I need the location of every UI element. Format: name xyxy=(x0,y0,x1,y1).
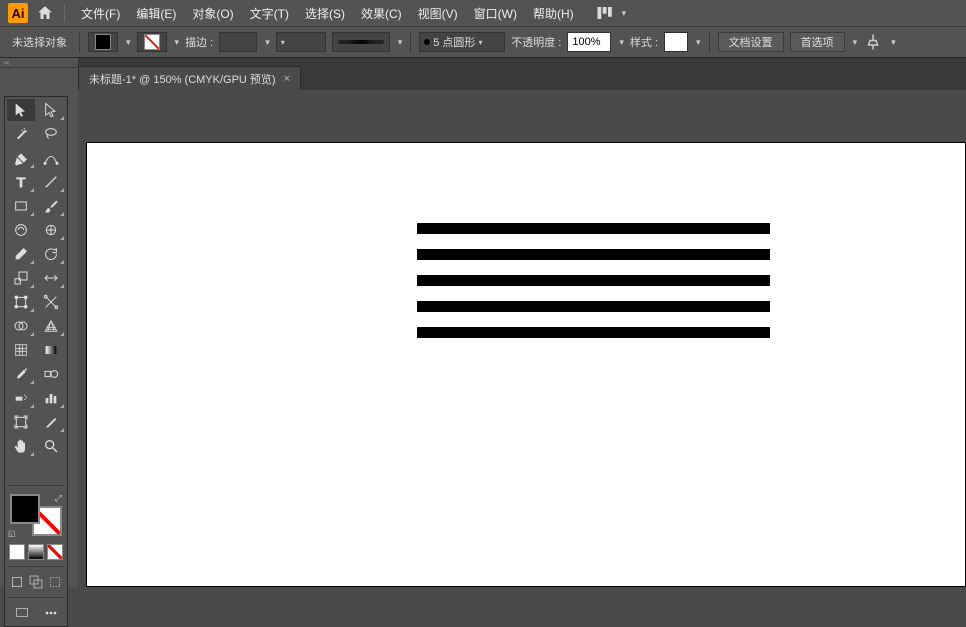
width-tool[interactable] xyxy=(37,267,65,289)
variable-width-dropdown[interactable]: ▾ xyxy=(276,32,326,52)
puppet-warp-tool[interactable] xyxy=(37,291,65,313)
rectangle-shape[interactable] xyxy=(417,249,770,260)
eraser-tool[interactable] xyxy=(7,243,35,265)
scale-tool[interactable] xyxy=(7,267,35,289)
preferences-button[interactable]: 首选项 xyxy=(790,32,845,52)
screen-mode-icon[interactable] xyxy=(13,604,31,622)
chevron-down-icon[interactable]: ▾ xyxy=(265,37,270,48)
fill-color-indicator[interactable] xyxy=(10,494,40,524)
chevron-down-icon[interactable]: ▾ xyxy=(696,37,701,48)
menu-view[interactable]: 视图(V) xyxy=(412,2,464,25)
empty-slot xyxy=(7,459,35,481)
screen-mode-row xyxy=(7,571,65,593)
color-mode-gradient[interactable] xyxy=(28,544,44,560)
menu-window[interactable]: 窗口(W) xyxy=(468,2,523,25)
color-mode-none[interactable] xyxy=(47,544,63,560)
pen-tool[interactable] xyxy=(7,147,35,169)
pin-icon[interactable] xyxy=(863,32,883,52)
swap-fill-stroke-icon[interactable]: ⤢ xyxy=(55,493,62,504)
menu-edit[interactable]: 编辑(E) xyxy=(130,2,182,25)
selection-status: 未选择对象 xyxy=(8,34,71,50)
document-setup-button[interactable]: 文档设置 xyxy=(718,32,784,52)
rectangle-shape[interactable] xyxy=(417,301,770,312)
selection-tool[interactable] xyxy=(7,99,35,121)
chevron-down-icon[interactable]: ▾ xyxy=(126,37,131,48)
rectangle-shape[interactable] xyxy=(417,275,770,286)
brush-preview[interactable] xyxy=(332,32,390,52)
color-mode-solid[interactable] xyxy=(9,544,25,560)
fill-stroke-indicator[interactable]: ⤢ ◱ xyxy=(8,492,64,538)
hand-tool[interactable] xyxy=(7,435,35,457)
rectangle-tool[interactable] xyxy=(7,195,35,217)
column-graph-tool[interactable] xyxy=(37,387,65,409)
chevron-down-icon[interactable]: ▾ xyxy=(175,37,180,48)
toolbox: ⤢ ◱ xyxy=(4,96,68,627)
close-icon[interactable]: × xyxy=(284,73,290,85)
curvature-tool[interactable] xyxy=(37,147,65,169)
stroke-weight-input[interactable] xyxy=(219,32,257,52)
workspace-switcher-icon[interactable] xyxy=(594,5,616,21)
direct-selection-tool[interactable] xyxy=(37,99,65,121)
stroke-swatch[interactable] xyxy=(137,32,167,52)
control-bar: 未选择对象 ▾ ▾ 描边 : ▾ ▾ ▾ 5 点圆形 ▾ 不透明度 : 100%… xyxy=(0,26,966,58)
draw-mode-icon[interactable] xyxy=(8,573,26,591)
chevron-down-icon[interactable]: ▾ xyxy=(398,37,403,48)
home-icon[interactable] xyxy=(36,4,54,22)
zoom-tool[interactable] xyxy=(37,435,65,457)
style-label: 样式 : xyxy=(630,34,658,50)
opacity-label: 不透明度 : xyxy=(511,34,561,50)
graphic-style-dropdown[interactable] xyxy=(664,32,688,52)
free-transform-tool[interactable] xyxy=(7,291,35,313)
menu-file[interactable]: 文件(F) xyxy=(75,2,126,25)
line-segment-tool[interactable] xyxy=(37,171,65,193)
dock-collapse-handle[interactable]: ‹‹ xyxy=(0,58,78,68)
edit-toolbar-icon[interactable] xyxy=(42,604,60,622)
document-tab-strip: 未标题-1* @ 150% (CMYK/GPU 预览) × xyxy=(0,58,966,90)
gradient-tool[interactable] xyxy=(37,339,65,361)
blend-tool[interactable] xyxy=(37,363,65,385)
lasso-tool[interactable] xyxy=(37,123,65,145)
chevron-down-icon[interactable]: ▾ xyxy=(891,37,896,48)
artboard-tool[interactable] xyxy=(7,411,35,433)
perspective-grid-tool[interactable] xyxy=(37,315,65,337)
stroke-label: 描边 : xyxy=(185,34,213,50)
draw-behind-icon[interactable] xyxy=(27,573,45,591)
document-tab-title: 未标题-1* @ 150% (CMYK/GPU 预览) xyxy=(89,71,276,87)
menu-help[interactable]: 帮助(H) xyxy=(527,2,580,25)
shaper-tool[interactable] xyxy=(37,219,65,241)
rotate-tool[interactable] xyxy=(37,243,65,265)
type-tool[interactable] xyxy=(7,171,35,193)
color-mode-row xyxy=(7,542,65,562)
fill-swatch[interactable] xyxy=(88,32,118,52)
opacity-input[interactable]: 100% xyxy=(567,32,611,52)
rectangle-shape[interactable] xyxy=(417,327,770,338)
canvas-artboard[interactable] xyxy=(86,142,966,587)
draw-inside-icon[interactable] xyxy=(46,573,64,591)
menu-object[interactable]: 对象(O) xyxy=(186,2,239,25)
bottom-row xyxy=(7,602,65,624)
shape-builder-tool[interactable] xyxy=(7,315,35,337)
slice-tool[interactable] xyxy=(37,411,65,433)
blob-brush-tool[interactable] xyxy=(7,219,35,241)
menu-separator xyxy=(64,4,65,22)
symbol-sprayer-tool[interactable] xyxy=(7,387,35,409)
chevron-down-icon[interactable]: ▾ xyxy=(619,37,624,48)
default-fill-stroke-icon[interactable]: ◱ xyxy=(8,529,16,538)
menu-effect[interactable]: 效果(C) xyxy=(355,2,408,25)
chevron-down-icon[interactable]: ▾ xyxy=(622,8,627,19)
menu-bar: Ai 文件(F) 编辑(E) 对象(O) 文字(T) 选择(S) 效果(C) 视… xyxy=(0,0,966,26)
menu-type[interactable]: 文字(T) xyxy=(244,2,295,25)
app-logo[interactable]: Ai xyxy=(8,3,28,23)
rectangle-shape[interactable] xyxy=(417,223,770,234)
brush-profile-dropdown[interactable]: 5 点圆形 ▾ xyxy=(419,32,505,52)
document-tab[interactable]: 未标题-1* @ 150% (CMYK/GPU 预览) × xyxy=(78,66,301,90)
menu-select[interactable]: 选择(S) xyxy=(299,2,351,25)
mesh-tool[interactable] xyxy=(7,339,35,361)
paintbrush-tool[interactable] xyxy=(37,195,65,217)
dot-icon xyxy=(424,39,430,45)
magic-wand-tool[interactable] xyxy=(7,123,35,145)
eyedropper-tool[interactable] xyxy=(7,363,35,385)
chevron-down-icon[interactable]: ▾ xyxy=(853,37,858,48)
